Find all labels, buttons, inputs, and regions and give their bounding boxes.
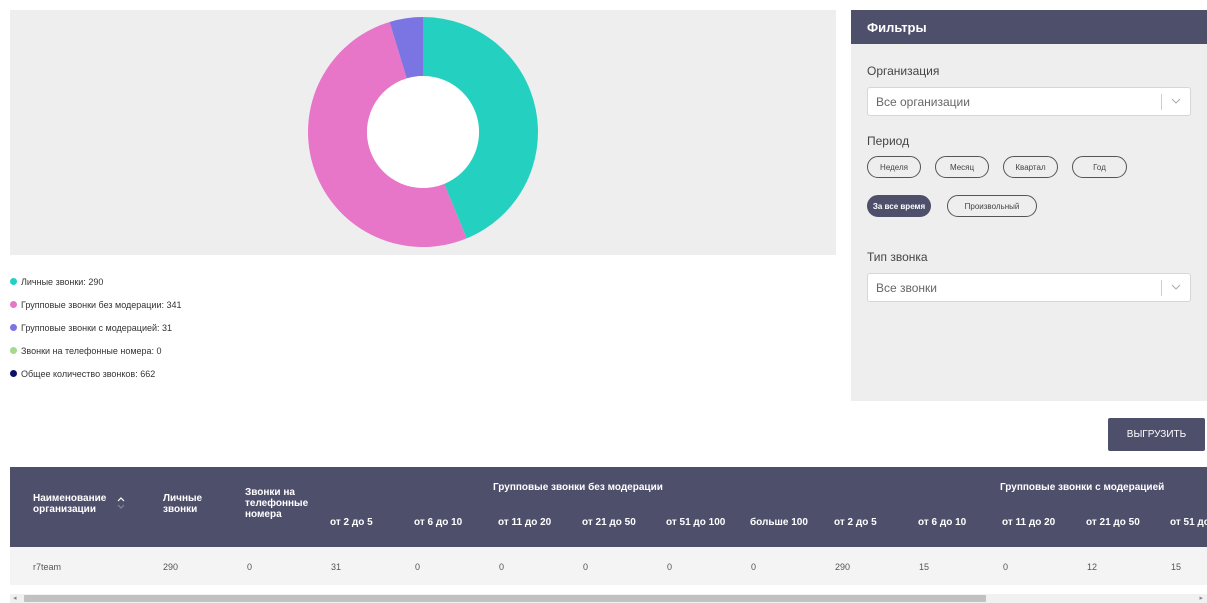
legend-label: Звонки на телефонные номера: 0	[21, 345, 162, 356]
legend-item-group-no-moderation: Групповые звонки без модерации: 341	[10, 293, 182, 316]
subheader-no-mod-6-10: от 6 до 10	[414, 517, 463, 528]
group-header-no-moderation: Групповые звонки без модерации	[493, 482, 663, 493]
sort-arrows-icon[interactable]	[117, 496, 125, 510]
cell-mod-51-100: 15	[1171, 562, 1182, 572]
subheader-mod-6-10: от 6 до 10	[918, 517, 967, 528]
cell-no-mod-11-20: 0	[499, 562, 505, 572]
cell-no-mod-51-100: 0	[667, 562, 673, 572]
table-row[interactable]: r7team 290 0 31 0 0 0 0 0 290 15 0 12 15	[10, 547, 1207, 585]
table-header: Наименование организации Личные звонки З…	[10, 467, 1207, 547]
subheader-mod-11-20: от 11 до 20	[1002, 517, 1056, 528]
horizontal-scrollbar[interactable]: ◂ ▸	[10, 594, 1207, 603]
period-custom-button[interactable]: Произвольный	[947, 195, 1037, 217]
cell-mod-11-20: 0	[1003, 562, 1009, 572]
cell-organization: r7team	[33, 562, 62, 572]
subheader-no-mod-over-100: больше 100	[750, 517, 808, 528]
cell-no-mod-over-100: 0	[751, 562, 757, 572]
period-year-button[interactable]: Год	[1072, 156, 1127, 178]
legend-item-total: Общее количество звонков: 662	[10, 362, 182, 385]
organization-select-value: Все организации	[876, 95, 970, 109]
period-week-button[interactable]: Неделя	[867, 156, 921, 178]
call-type-select[interactable]: Все звонки	[867, 273, 1191, 302]
legend-item-phone: Звонки на телефонные номера: 0	[10, 339, 182, 362]
legend-dot-icon	[10, 347, 17, 354]
legend-dot-icon	[10, 370, 17, 377]
legend-label: Групповые звонки с модерацией: 31	[21, 322, 173, 333]
chart-legend: Личные звонки: 290 Групповые звонки без …	[10, 270, 182, 385]
subheader-no-mod-2-5: от 2 до 5	[330, 517, 373, 528]
select-divider	[1161, 94, 1162, 110]
legend-item-personal: Личные звонки: 290	[10, 270, 182, 293]
scrollbar-thumb[interactable]	[24, 595, 986, 602]
legend-label: Общее количество звонков: 662	[21, 368, 156, 379]
cell-personal: 290	[163, 562, 179, 572]
legend-dot-icon	[10, 278, 17, 285]
subheader-mod-2-5: от 2 до 5	[834, 517, 877, 528]
column-header-organization[interactable]: Наименование организации	[33, 493, 113, 515]
legend-dot-icon	[10, 301, 17, 308]
legend-label: Групповые звонки без модерации: 341	[21, 299, 182, 310]
cell-phone: 0	[247, 562, 253, 572]
chevron-down-icon	[1171, 98, 1181, 104]
select-divider	[1161, 280, 1162, 296]
period-quarter-button[interactable]: Квартал	[1003, 156, 1058, 178]
subheader-mod-21-50: от 21 до 50	[1086, 517, 1140, 528]
scroll-left-arrow-icon[interactable]: ◂	[13, 594, 17, 602]
scroll-right-arrow-icon[interactable]: ▸	[1199, 594, 1203, 602]
column-header-personal: Личные звонки	[163, 493, 203, 515]
cell-no-mod-6-10: 0	[415, 562, 421, 572]
donut-hole	[367, 76, 479, 188]
subheader-no-mod-21-50: от 21 до 50	[582, 517, 636, 528]
subheader-no-mod-11-20: от 11 до 20	[498, 517, 552, 528]
donut-chart	[307, 17, 538, 248]
organization-label: Организация	[867, 64, 940, 78]
legend-item-group-moderation: Групповые звонки с модерацией: 31	[10, 316, 182, 339]
period-month-button[interactable]: Месяц	[935, 156, 989, 178]
organization-select[interactable]: Все организации	[867, 87, 1191, 116]
period-all-time-button[interactable]: За все время	[867, 195, 931, 217]
column-header-phone: Звонки на телефонные номера	[245, 487, 309, 520]
subheader-no-mod-51-100: от 51 до 100	[666, 517, 726, 528]
subheader-mod-51-100: от 51 до 100	[1170, 517, 1207, 528]
export-button[interactable]: ВЫГРУЗИТЬ	[1108, 418, 1205, 451]
group-header-moderation: Групповые звонки с модерацией	[1000, 482, 1165, 493]
cell-mod-2-5: 290	[835, 562, 851, 572]
column-header-label: Наименование организации	[33, 493, 107, 515]
legend-label: Личные звонки: 290	[21, 276, 104, 287]
filters-panel: Фильтры Организация Все организации Пери…	[851, 10, 1207, 401]
legend-dot-icon	[10, 324, 17, 331]
period-label: Период	[867, 134, 910, 148]
filters-title: Фильтры	[851, 10, 1207, 44]
chart-panel	[10, 10, 836, 255]
cell-no-mod-2-5: 31	[331, 562, 342, 572]
call-type-label: Тип звонка	[867, 250, 928, 264]
cell-mod-21-50: 12	[1087, 562, 1098, 572]
cell-mod-6-10: 15	[919, 562, 930, 572]
statistics-page: Личные звонки: 290 Групповые звонки без …	[0, 0, 1207, 603]
cell-no-mod-21-50: 0	[583, 562, 589, 572]
chevron-down-icon	[1171, 284, 1181, 290]
call-type-select-value: Все звонки	[876, 281, 938, 295]
